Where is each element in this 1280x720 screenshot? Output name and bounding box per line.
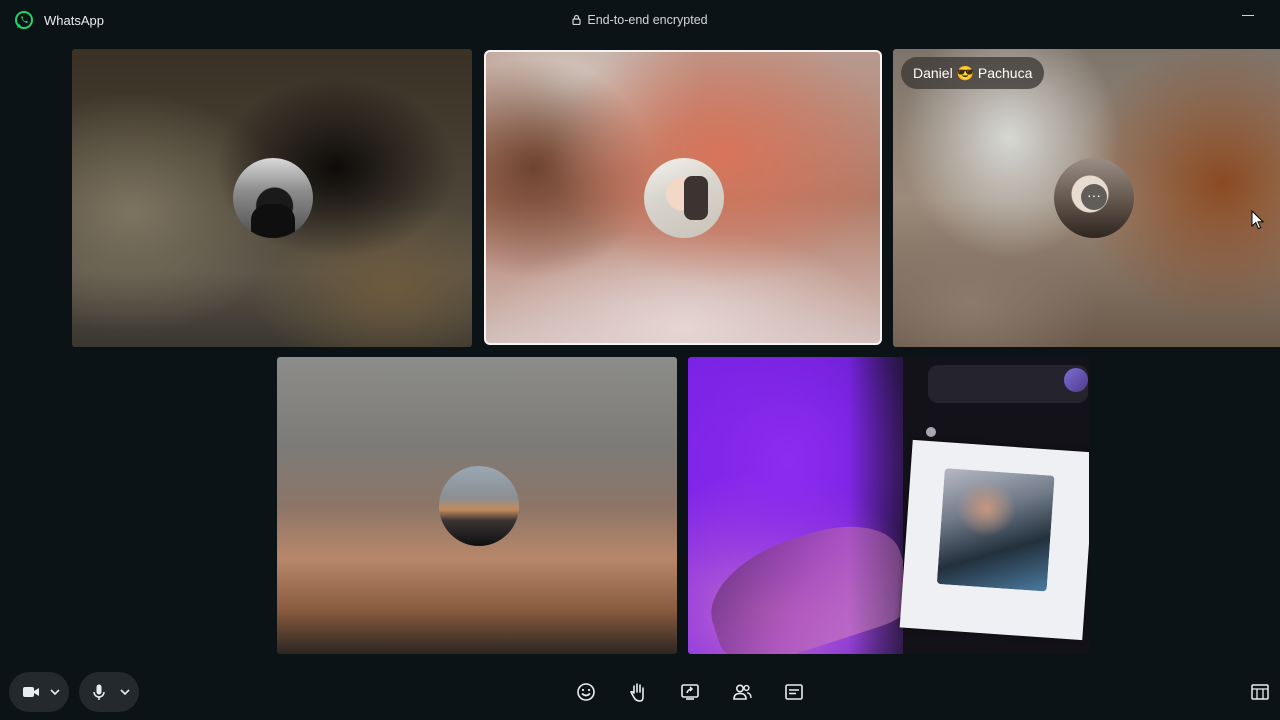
title-bar: WhatsApp End-to-end encrypted [0,0,1280,40]
encryption-status: End-to-end encrypted [0,13,1280,27]
encryption-label: End-to-end encrypted [587,13,708,27]
lock-icon [572,14,581,25]
share-screen-icon[interactable] [678,680,702,704]
chevron-down-icon[interactable] [49,686,61,698]
microphone-control[interactable] [79,672,139,712]
participants-icon[interactable] [730,680,754,704]
camera-control[interactable] [9,672,69,712]
participant-avatar [644,158,724,238]
mouse-cursor-icon [1251,210,1265,230]
video-content [936,468,1055,592]
chevron-down-icon[interactable] [119,686,131,698]
participant-avatar [439,466,519,546]
participant-avatar [233,158,313,238]
participant-name-tag: Daniel 😎 Pachuca [901,57,1045,89]
captions-icon[interactable] [782,680,806,704]
video-content [926,427,936,437]
microphone-icon[interactable] [89,682,109,702]
minimize-button[interactable] [1240,6,1256,22]
video-content [1064,368,1088,392]
more-options-icon[interactable]: ··· [1081,184,1107,210]
video-content [899,439,1089,641]
layout-icon[interactable] [1250,682,1270,702]
video-camera-icon[interactable] [21,682,41,702]
emoji-reaction-icon[interactable] [574,680,598,704]
raise-hand-icon[interactable] [626,680,650,704]
participant-tile-5-video[interactable] [688,357,1089,654]
